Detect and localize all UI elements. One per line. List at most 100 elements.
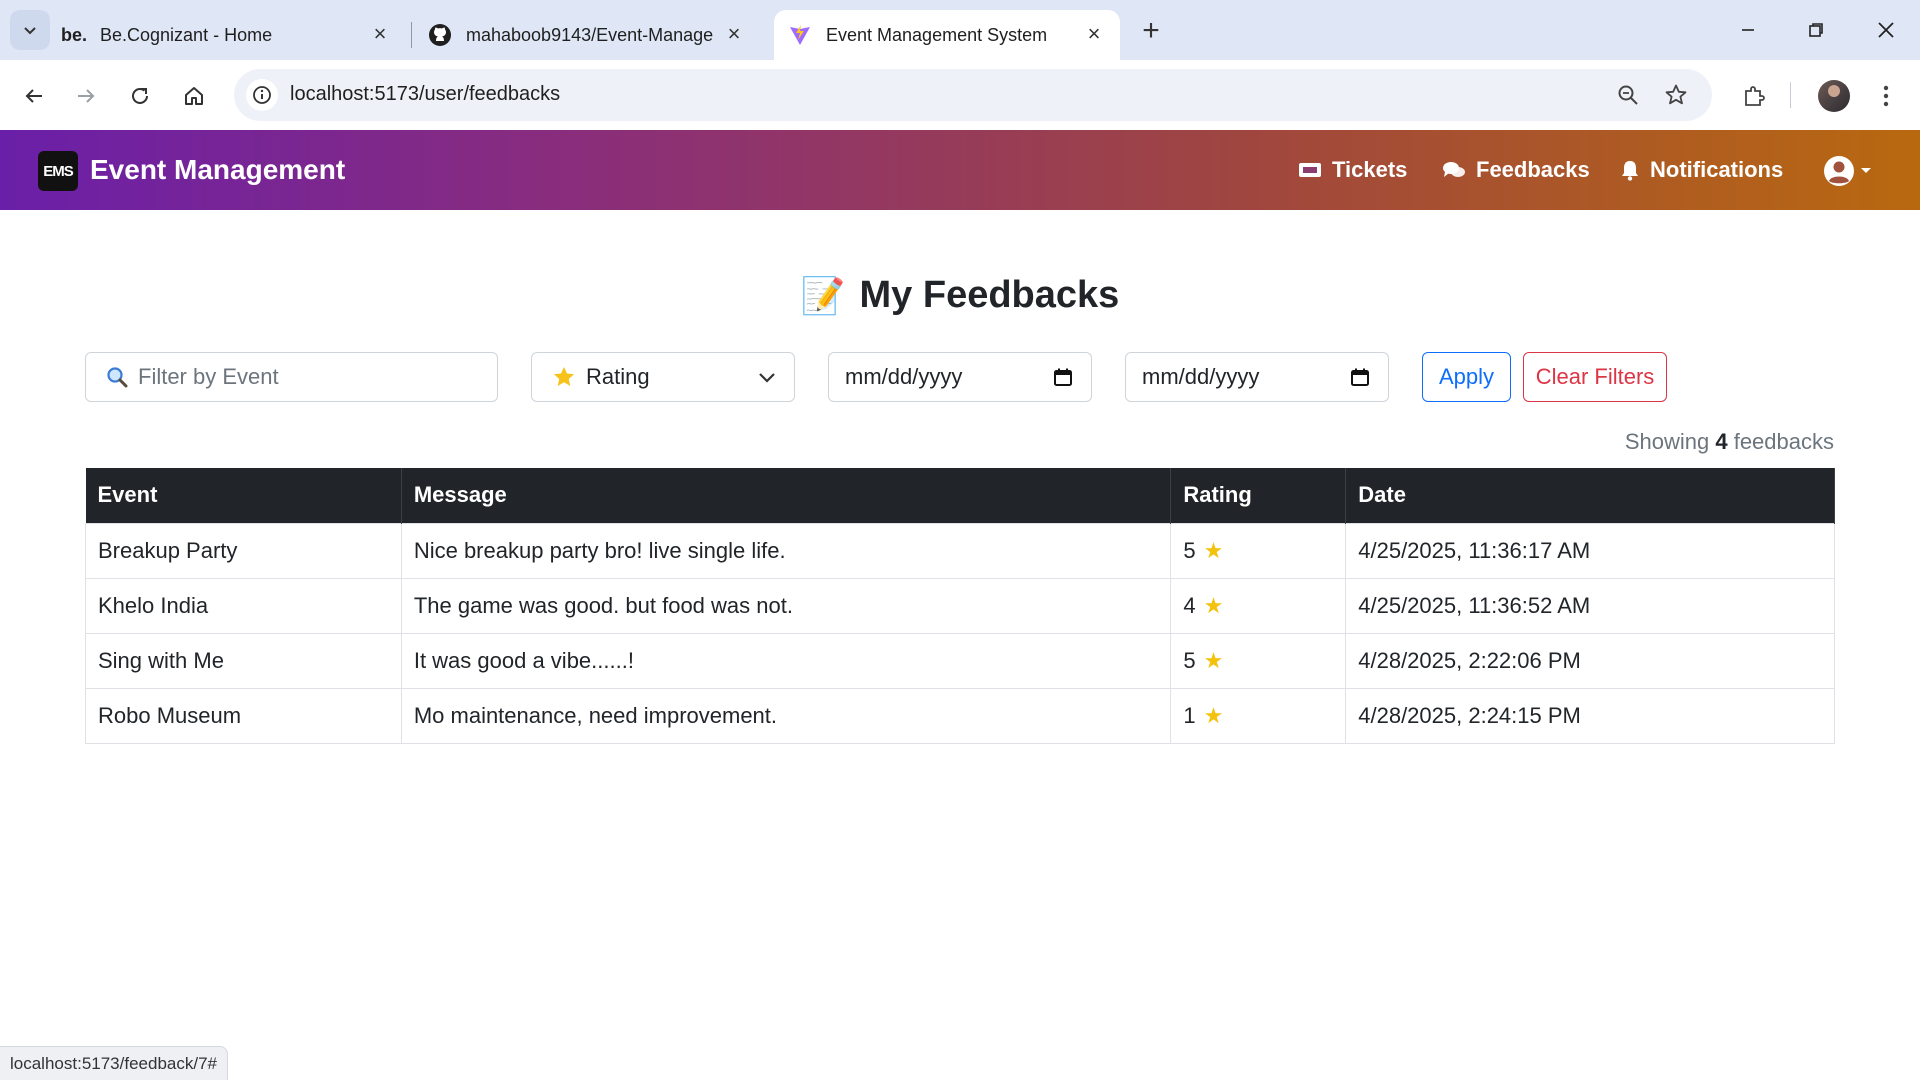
- cell-rating: 5 ★: [1170, 522, 1347, 579]
- rating-value: 5: [1183, 537, 1196, 563]
- address-bar[interactable]: localhost:5173/user/feedbacks: [234, 69, 1712, 121]
- feedbacks-table: Event Message Rating Date Breakup Party …: [85, 468, 1835, 744]
- table-row[interactable]: Breakup Party Nice breakup party bro! li…: [85, 522, 1835, 579]
- nav-tickets-label: Tickets: [1332, 157, 1408, 182]
- browser-tabstrip: be. Be.Cognizant - Home × mahaboob9143/E…: [0, 0, 1920, 60]
- tab-title: Event Management System: [826, 24, 1048, 45]
- restore-icon: [1809, 23, 1823, 37]
- magnifier-icon: [107, 367, 128, 388]
- be-cognizant-favicon: be.: [60, 24, 87, 45]
- rating-value: 4: [1183, 592, 1196, 618]
- table-row[interactable]: Sing with Me It was good a vibe......! 5…: [85, 632, 1835, 689]
- tab-title: mahaboob9143/Event-Manage: [466, 24, 714, 45]
- restore-button[interactable]: [1796, 12, 1836, 48]
- back-button[interactable]: [16, 78, 52, 114]
- extensions-button[interactable]: [1736, 78, 1772, 114]
- count-prefix: Showing: [1624, 429, 1710, 454]
- puzzle-icon: [1745, 86, 1765, 106]
- ems-logo[interactable]: EMS: [38, 151, 78, 191]
- profile-avatar[interactable]: [1818, 80, 1850, 112]
- cell-rating: 4 ★: [1170, 577, 1347, 634]
- cell-date: 4/25/2025, 11:36:17 AM: [1345, 522, 1835, 579]
- cell-rating: 5 ★: [1170, 632, 1347, 689]
- close-tab-icon[interactable]: ×: [368, 21, 392, 46]
- calendar-icon: [1054, 368, 1072, 386]
- home-button[interactable]: [176, 78, 212, 114]
- rating-select-value: Rating: [586, 364, 650, 389]
- github-icon: [426, 23, 454, 47]
- calendar-icon: [1351, 368, 1369, 386]
- home-icon: [185, 87, 203, 105]
- user-circle-icon: [1824, 156, 1854, 186]
- tab-event-management-system[interactable]: Event Management System ×: [774, 10, 1120, 60]
- cell-message: Mo maintenance, need improvement.: [400, 687, 1172, 744]
- cell-date: 4/28/2025, 2:22:06 PM: [1345, 632, 1835, 689]
- cell-event: Sing with Me: [85, 632, 402, 689]
- site-info-button[interactable]: [246, 79, 278, 111]
- info-icon: [253, 86, 271, 104]
- rating-select[interactable]: Rating: [531, 352, 795, 402]
- table-header-row: Event Message Rating Date: [85, 468, 1835, 523]
- close-tab-icon[interactable]: ×: [1082, 21, 1106, 46]
- zoom-icon[interactable]: [1614, 81, 1642, 109]
- tab-github[interactable]: mahaboob9143/Event-Manage ×: [426, 10, 760, 60]
- caret-down-icon: [1861, 168, 1871, 173]
- tab-search-button[interactable]: [10, 10, 50, 50]
- event-filter-placeholder: Filter by Event: [138, 364, 279, 389]
- chevron-down-icon: [759, 373, 775, 383]
- tab-separator: [411, 22, 412, 48]
- reload-icon: [132, 87, 148, 104]
- reload-button[interactable]: [122, 78, 158, 114]
- table-row[interactable]: Khelo India The game was good. but food …: [85, 577, 1835, 634]
- date-to-value: mm/dd/yyyy: [1142, 364, 1260, 389]
- browser-menu-button[interactable]: [1868, 78, 1904, 114]
- nav-feedbacks[interactable]: Feedbacks: [1442, 157, 1590, 183]
- star-icon: ★: [1203, 592, 1224, 618]
- new-tab-button[interactable]: +: [1134, 14, 1168, 48]
- date-from-input[interactable]: mm/dd/yyyy: [828, 352, 1092, 402]
- clear-filters-button[interactable]: Clear Filters: [1523, 352, 1667, 402]
- cell-message: It was good a vibe......!: [400, 632, 1172, 689]
- date-from-value: mm/dd/yyyy: [845, 364, 963, 389]
- date-to-input[interactable]: mm/dd/yyyy: [1125, 352, 1389, 402]
- star-icon: [554, 367, 574, 386]
- header-rating: Rating: [1170, 468, 1347, 523]
- count-suffix: feedbacks: [1733, 429, 1834, 454]
- table-row[interactable]: Robo Museum Mo maintenance, need improve…: [85, 687, 1835, 744]
- url-text[interactable]: localhost:5173/user/feedbacks: [290, 83, 560, 106]
- header-event: Event: [85, 468, 402, 523]
- cell-rating: 1 ★: [1170, 687, 1347, 744]
- vite-icon: [786, 23, 814, 47]
- close-icon: [1878, 22, 1894, 38]
- cell-event: Khelo India: [85, 577, 402, 634]
- ticket-icon: [1299, 163, 1321, 177]
- cell-event: Breakup Party: [85, 522, 402, 579]
- minimize-button[interactable]: [1728, 12, 1768, 48]
- nav-notifications[interactable]: Notifications: [1620, 157, 1783, 183]
- cell-event: Robo Museum: [85, 687, 402, 744]
- star-icon: ★: [1203, 647, 1224, 673]
- close-window-button[interactable]: [1866, 12, 1906, 48]
- feedback-count: Showing 4 feedbacks: [1625, 429, 1834, 455]
- star-icon: ★: [1203, 537, 1224, 563]
- apply-button[interactable]: Apply: [1422, 352, 1511, 402]
- chevron-down-icon: [24, 27, 36, 35]
- user-menu-dropdown[interactable]: [1822, 154, 1872, 188]
- nav-tickets[interactable]: Tickets: [1298, 157, 1407, 183]
- forward-button[interactable]: [68, 78, 104, 114]
- close-tab-icon[interactable]: ×: [722, 21, 746, 46]
- event-filter-input[interactable]: Filter by Event: [85, 352, 498, 402]
- count-value: 4: [1715, 429, 1728, 454]
- rating-value: 1: [1183, 702, 1196, 728]
- cell-date: 4/25/2025, 11:36:52 AM: [1345, 577, 1835, 634]
- arrow-left-icon: [25, 89, 42, 103]
- link-status-bar: localhost:5173/feedback/7#: [0, 1046, 228, 1080]
- brand-title[interactable]: Event Management: [90, 154, 345, 186]
- nav-feedbacks-label: Feedbacks: [1476, 157, 1590, 182]
- kebab-menu-icon: [1883, 85, 1889, 107]
- cell-message: The game was good. but food was not.: [400, 577, 1172, 634]
- bookmark-star-icon[interactable]: [1662, 81, 1690, 109]
- toolbar-divider: [1790, 82, 1791, 108]
- tab-be-cognizant[interactable]: be. Be.Cognizant - Home ×: [60, 10, 406, 60]
- nav-notifications-label: Notifications: [1650, 157, 1784, 182]
